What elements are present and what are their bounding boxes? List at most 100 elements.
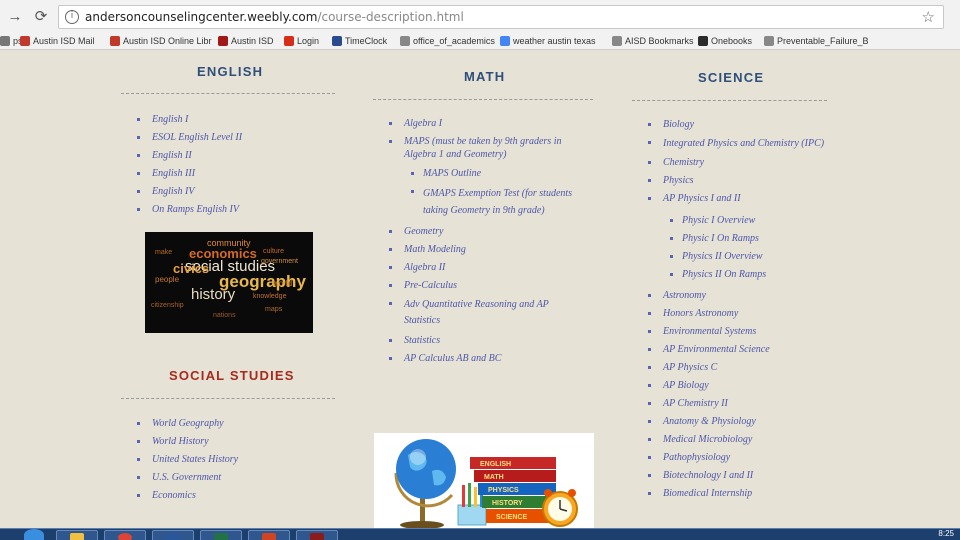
course-link[interactable]: AP Calculus AB and BC	[387, 352, 587, 365]
wordcloud-word: history	[191, 286, 236, 303]
course-link[interactable]: Astronomy	[646, 289, 836, 302]
course-link[interactable]: English II	[135, 149, 335, 162]
taskbar-chrome-button[interactable]	[104, 530, 146, 540]
reload-icon[interactable]: ⟳	[30, 6, 52, 28]
forward-icon[interactable]: →	[4, 6, 26, 28]
social-studies-heading: SOCIAL STUDIES	[169, 368, 295, 383]
wordcloud-word: knowledge	[253, 293, 287, 300]
course-link[interactable]: Economics	[135, 489, 335, 502]
bookmark-item[interactable]: TimeClock	[332, 35, 387, 48]
browser-toolbar: → ⟳ i andersoncounselingcenter.weebly.co…	[0, 0, 960, 34]
course-link[interactable]: Geometry	[387, 225, 587, 238]
globe-highlight	[410, 449, 426, 465]
bookmark-item[interactable]: AISD Bookmarks	[612, 35, 694, 48]
book-icon	[698, 36, 708, 46]
wordcloud-word: citizenship	[151, 302, 184, 309]
powerpoint-icon	[262, 533, 276, 540]
course-link[interactable]: AP Physics I and II	[646, 192, 836, 205]
course-link[interactable]: MAPS (must be taken by 9th graders in Al…	[387, 135, 587, 161]
page-icon	[764, 36, 774, 46]
bookmark-item[interactable]: Login	[284, 35, 319, 48]
course-link[interactable]: Physic I On Ramps	[668, 232, 836, 245]
wordcloud-word: civics	[173, 261, 210, 276]
math-divider	[373, 99, 593, 100]
course-link[interactable]: Biology	[646, 118, 836, 131]
bookmark-item[interactable]: Austin ISD Mail	[20, 35, 95, 48]
bookmark-label: Onebooks	[711, 36, 753, 46]
course-link[interactable]: Statistics	[387, 334, 587, 347]
book-spine-label: HISTORY	[492, 500, 523, 507]
bookmark-label: Austin ISD Online Libr	[123, 36, 212, 46]
course-link[interactable]: Physics II On Ramps	[668, 268, 836, 281]
page-icon	[400, 36, 410, 46]
course-link[interactable]: Physics II Overview	[668, 250, 836, 263]
course-link[interactable]: AP Environmental Science	[646, 343, 836, 356]
taskbar-explorer-button[interactable]	[56, 530, 98, 540]
bookmark-item[interactable]: Austin ISD	[218, 35, 274, 48]
pencil	[474, 487, 477, 507]
course-link[interactable]: Pathophysiology	[646, 451, 836, 464]
course-link[interactable]: Medical Microbiology	[646, 433, 836, 446]
start-button-icon[interactable]	[24, 529, 44, 540]
wordcloud-word: government	[261, 258, 298, 265]
course-link[interactable]: Physics	[646, 174, 836, 187]
course-link[interactable]: Physic I Overview	[668, 214, 836, 227]
science-course-list: Biology Integrated Physics and Chemistry…	[646, 118, 836, 500]
bookmark-item[interactable]: office_of_academics	[400, 35, 495, 48]
course-link[interactable]: United States History	[135, 453, 335, 466]
bookmark-item[interactable]: Onebooks	[698, 35, 752, 48]
taskbar-word-button[interactable]	[152, 530, 194, 540]
bookmark-star-icon[interactable]: ☆	[922, 8, 935, 26]
bookmark-label: Login	[297, 36, 320, 46]
course-link[interactable]: English III	[135, 167, 335, 180]
bookmark-label: Austin ISD	[231, 36, 274, 46]
bookmark-item[interactable]: Preventable_Failure_B	[764, 35, 869, 48]
info-icon[interactable]: i	[65, 10, 79, 24]
taskbar-excel-button[interactable]	[200, 530, 242, 540]
course-link[interactable]: U.S. Government	[135, 471, 335, 484]
course-link[interactable]: World Geography	[135, 417, 335, 430]
wordcloud-word: culture	[263, 248, 285, 255]
course-link[interactable]: AP Physics C	[646, 361, 836, 374]
course-link[interactable]: World History	[135, 435, 335, 448]
course-link[interactable]: Adv Quantitative Reasoning and AP Statis…	[387, 297, 587, 329]
address-bar[interactable]: i andersoncounselingcenter.weebly.com/co…	[58, 5, 944, 29]
course-link[interactable]: Math Modeling	[387, 243, 587, 256]
bookmark-item[interactable]: Austin ISD Online Libr	[110, 35, 212, 48]
course-link[interactable]: GMAPS Exemption Test (for students takin…	[409, 185, 587, 219]
app-icon	[310, 533, 324, 540]
course-link[interactable]: MAPS Outline	[409, 167, 587, 180]
course-link[interactable]: Pre-Calculus	[387, 279, 587, 292]
course-link[interactable]: Chemistry	[646, 156, 836, 169]
english-divider	[121, 93, 335, 94]
bookmark-item[interactable]: weather austin texas	[500, 35, 596, 48]
book-spine-label: ENGLISH	[480, 461, 511, 468]
course-link[interactable]: Algebra II	[387, 261, 587, 274]
page-content: ENGLISH English I ESOL English Level II En…	[0, 51, 960, 528]
w-icon	[332, 36, 342, 46]
bookmark-label: office_of_academics	[413, 36, 495, 46]
course-link[interactable]: Algebra I	[387, 117, 587, 130]
apple-icon	[218, 36, 228, 46]
course-link[interactable]: Biotechnology I and II	[646, 469, 836, 482]
course-link[interactable]: On Ramps English IV	[135, 203, 335, 216]
wordcloud-word: make	[155, 249, 173, 256]
globe-books-illustration: ENGLISH MATH PHYSICS HISTORY SCIENCE	[394, 439, 578, 528]
course-link[interactable]: ESOL English Level II	[135, 131, 335, 144]
chrome-icon	[118, 533, 132, 540]
bookmark-label: Preventable_Failure_B	[777, 36, 869, 46]
social-studies-divider	[121, 398, 335, 399]
course-link[interactable]: Honors Astronomy	[646, 307, 836, 320]
course-link[interactable]: Integrated Physics and Chemistry (IPC)	[646, 136, 836, 151]
clock-bell	[568, 489, 576, 497]
course-link[interactable]: Environmental Systems	[646, 325, 836, 338]
course-link[interactable]: Anatomy & Physiology	[646, 415, 836, 428]
social-studies-course-list: World Geography World History United State…	[135, 417, 335, 507]
course-link[interactable]: AP Chemistry II	[646, 397, 836, 410]
course-link[interactable]: English IV	[135, 185, 335, 198]
taskbar-powerpoint-button[interactable]	[248, 530, 290, 540]
course-link[interactable]: Biomedical Internship	[646, 487, 836, 500]
course-link[interactable]: AP Biology	[646, 379, 836, 392]
taskbar-app-button[interactable]	[296, 530, 338, 540]
course-link[interactable]: English I	[135, 113, 335, 126]
